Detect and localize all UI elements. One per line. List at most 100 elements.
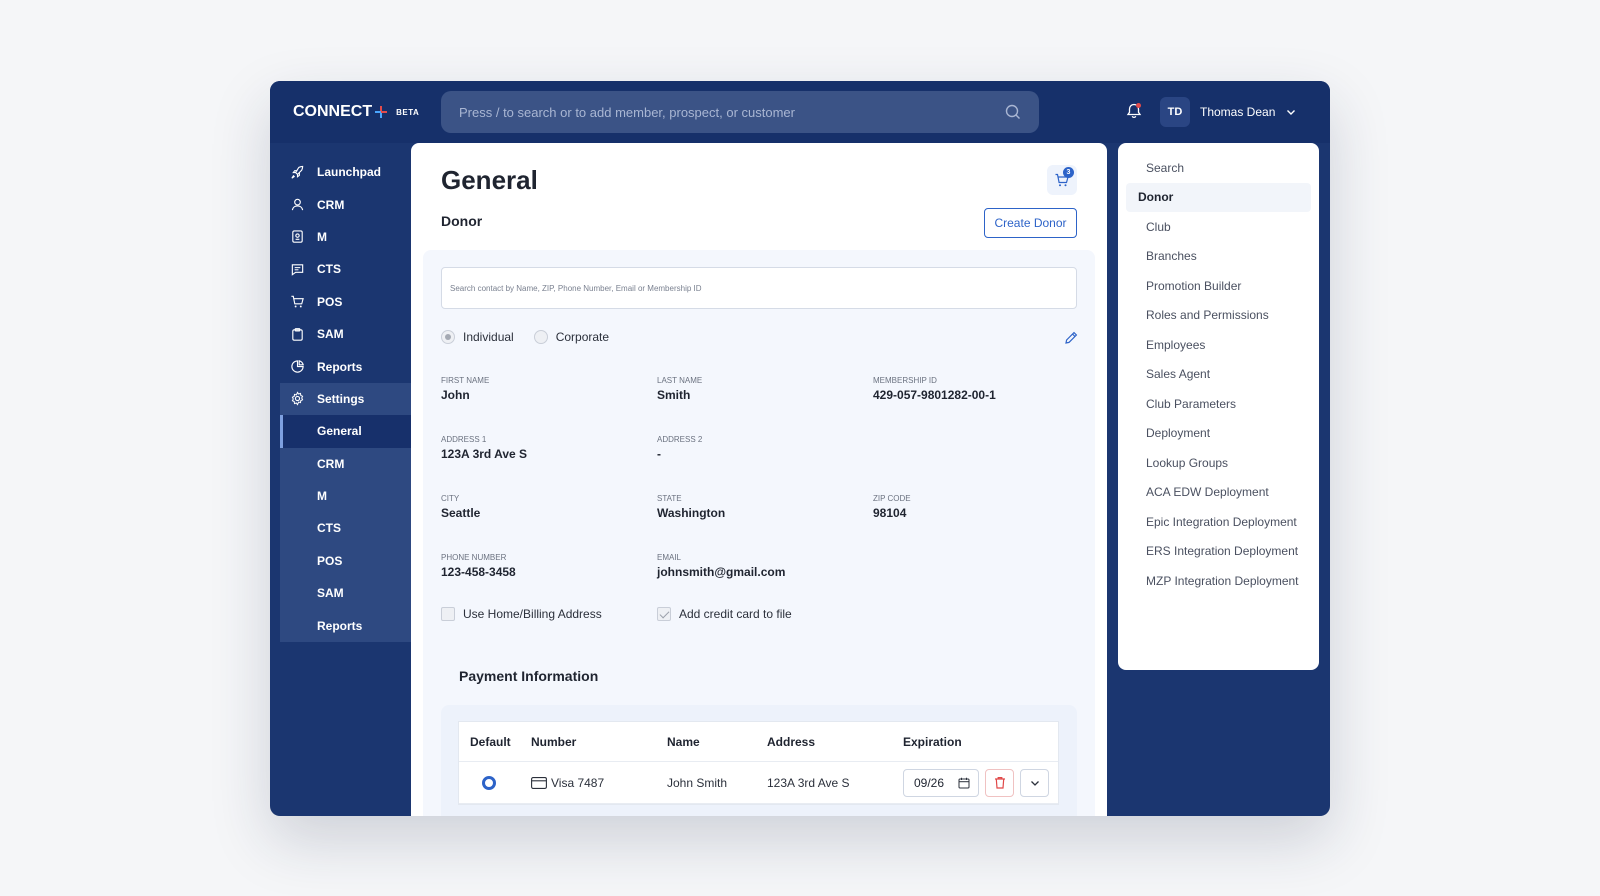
pencil-icon[interactable]	[1063, 330, 1079, 346]
sidebar-item-crm[interactable]: CRM	[280, 188, 411, 220]
expiration-value: 09/26	[914, 775, 945, 790]
calendar-icon	[958, 777, 970, 788]
credit-card-icon	[531, 776, 547, 789]
sidebar: Launchpad CRM M CTS POS SAM Reports Sett…	[280, 156, 411, 642]
subnav-item-branches[interactable]: Branches	[1126, 242, 1311, 272]
col-expiration: Expiration	[903, 734, 962, 749]
field-address2: ADDRESS 2 -	[657, 435, 702, 461]
subnav-item-ers-integration[interactable]: ERS Integration Deployment	[1126, 537, 1311, 567]
payment-table: Default Number Name Address Expiration V…	[458, 721, 1059, 805]
subnav-item-deployment[interactable]: Deployment	[1126, 419, 1311, 449]
cart-icon	[291, 296, 304, 308]
avatar: TD	[1160, 97, 1190, 127]
sidebar-item-launchpad[interactable]: Launchpad	[280, 156, 411, 188]
sidebar-item-label: POS	[317, 294, 343, 309]
subnav-item-sales-agent[interactable]: Sales Agent	[1126, 360, 1311, 390]
add-card-checkbox[interactable]	[657, 607, 671, 621]
card-address: 123A 3rd Ave S	[767, 775, 850, 790]
default-cell	[459, 775, 520, 790]
settings-sub-reports[interactable]: Reports	[280, 609, 411, 641]
sidebar-item-pos[interactable]: POS	[280, 286, 411, 318]
settings-sub-m[interactable]: M	[280, 480, 411, 512]
field-label: LAST NAME	[657, 376, 703, 385]
col-default: Default	[470, 734, 511, 749]
cart-count-badge: 3	[1063, 167, 1074, 178]
field-label: ADDRESS 2	[657, 435, 703, 444]
field-label: STATE	[657, 494, 682, 503]
subnav-item-search[interactable]: Search	[1126, 153, 1311, 183]
settings-sub-general[interactable]: General	[280, 415, 411, 448]
sidebar-item-settings[interactable]: Settings	[280, 383, 411, 415]
search-icon[interactable]	[1005, 104, 1021, 120]
subnav-item-lookup-groups[interactable]: Lookup Groups	[1126, 448, 1311, 478]
subnav-item-club-parameters[interactable]: Club Parameters	[1126, 389, 1311, 419]
sidebar-item-label: M	[317, 229, 327, 244]
settings-subnav: Search Donor Club Branches Promotion Bui…	[1118, 143, 1319, 670]
field-last-name: LAST NAME Smith	[657, 376, 702, 402]
settings-sub-pos[interactable]: POS	[280, 545, 411, 577]
sidebar-item-cts[interactable]: CTS	[280, 253, 411, 285]
field-label: EMAIL	[657, 553, 682, 562]
expand-row-button[interactable]	[1020, 768, 1049, 797]
subnav-item-donor[interactable]: Donor	[1126, 182, 1311, 212]
field-value: -	[657, 447, 661, 461]
field-email: EMAIL johnsmith@gmail.com	[657, 553, 785, 579]
subnav-item-mzp-integration[interactable]: MZP Integration Deployment	[1126, 566, 1311, 596]
donor-form-panel: Individual Corporate FIRST NAME John LAS…	[423, 250, 1095, 816]
settings-sub-sam[interactable]: SAM	[280, 577, 411, 609]
cardholder-name: John Smith	[667, 775, 728, 790]
cart-button[interactable]: 3	[1047, 165, 1077, 195]
field-value: Smith	[657, 388, 691, 402]
sidebar-item-sam[interactable]: SAM	[280, 318, 411, 350]
field-value: 98104	[873, 506, 907, 520]
subnav-item-roles-permissions[interactable]: Roles and Permissions	[1126, 301, 1311, 331]
field-label: PHONE NUMBER	[441, 553, 507, 562]
radio-individual[interactable]	[441, 330, 455, 344]
expiration-cell: 09/26	[895, 768, 1055, 797]
page-title: General	[441, 165, 538, 195]
user-menu[interactable]: TD Thomas Dean	[1160, 97, 1297, 127]
create-donor-button[interactable]: Create Donor	[984, 208, 1077, 238]
contact-search-input[interactable]	[441, 267, 1077, 309]
subnav-item-aca-edw-deployment[interactable]: ACA EDW Deployment	[1126, 478, 1311, 508]
clipboard-icon	[292, 327, 303, 341]
settings-sub-crm[interactable]: CRM	[280, 448, 411, 480]
logo-mark-icon	[375, 106, 388, 118]
global-search-input[interactable]	[459, 104, 1005, 120]
delete-card-button[interactable]	[985, 768, 1014, 797]
subnav-item-employees[interactable]: Employees	[1126, 330, 1311, 360]
beta-badge: BETA	[396, 107, 420, 117]
bell-icon[interactable]	[1125, 102, 1143, 120]
settings-group: Settings General CRM M CTS POS SAM Repor…	[280, 382, 411, 642]
field-first-name: FIRST NAME John	[441, 376, 489, 402]
col-number: Number	[531, 734, 577, 749]
field-phone: PHONE NUMBER 123-458-3458	[441, 553, 516, 579]
subnav-item-epic-integration[interactable]: Epic Integration Deployment	[1126, 507, 1311, 537]
field-address1: ADDRESS 1 123A 3rd Ave S	[441, 435, 527, 461]
brand-name: CONNECT	[293, 103, 373, 120]
sidebar-item-reports[interactable]: Reports	[280, 350, 411, 382]
chevron-down-icon	[1287, 110, 1296, 115]
number-cell: Visa 7487	[520, 776, 657, 790]
donor-type-options: Individual Corporate	[441, 330, 609, 344]
chevron-down-icon	[1030, 780, 1039, 786]
field-value: Seattle	[441, 506, 481, 520]
sidebar-item-label: CRM	[317, 197, 345, 212]
radio-corporate-label: Corporate	[555, 330, 610, 344]
expiration-input[interactable]: 09/26	[903, 768, 979, 797]
use-home-billing-checkbox[interactable]	[441, 607, 455, 621]
sidebar-item-m[interactable]: M	[280, 221, 411, 253]
radio-corporate[interactable]	[533, 330, 548, 344]
section-title-donor: Donor	[441, 213, 483, 229]
settings-sub-cts[interactable]: CTS	[280, 512, 411, 544]
use-home-billing-label: Use Home/Billing Address	[463, 607, 602, 621]
default-radio[interactable]	[482, 775, 496, 790]
field-value: John	[441, 388, 470, 402]
subnav-item-club[interactable]: Club	[1126, 212, 1311, 242]
user-name: Thomas Dean	[1200, 105, 1276, 119]
add-card-option: Add credit card to file	[657, 607, 792, 621]
subnav-item-promotion-builder[interactable]: Promotion Builder	[1126, 271, 1311, 301]
sidebar-item-label: Launchpad	[317, 165, 382, 180]
card-number: Visa 7487	[551, 775, 605, 790]
brand-logo[interactable]: CONNECT BETA	[293, 103, 419, 121]
